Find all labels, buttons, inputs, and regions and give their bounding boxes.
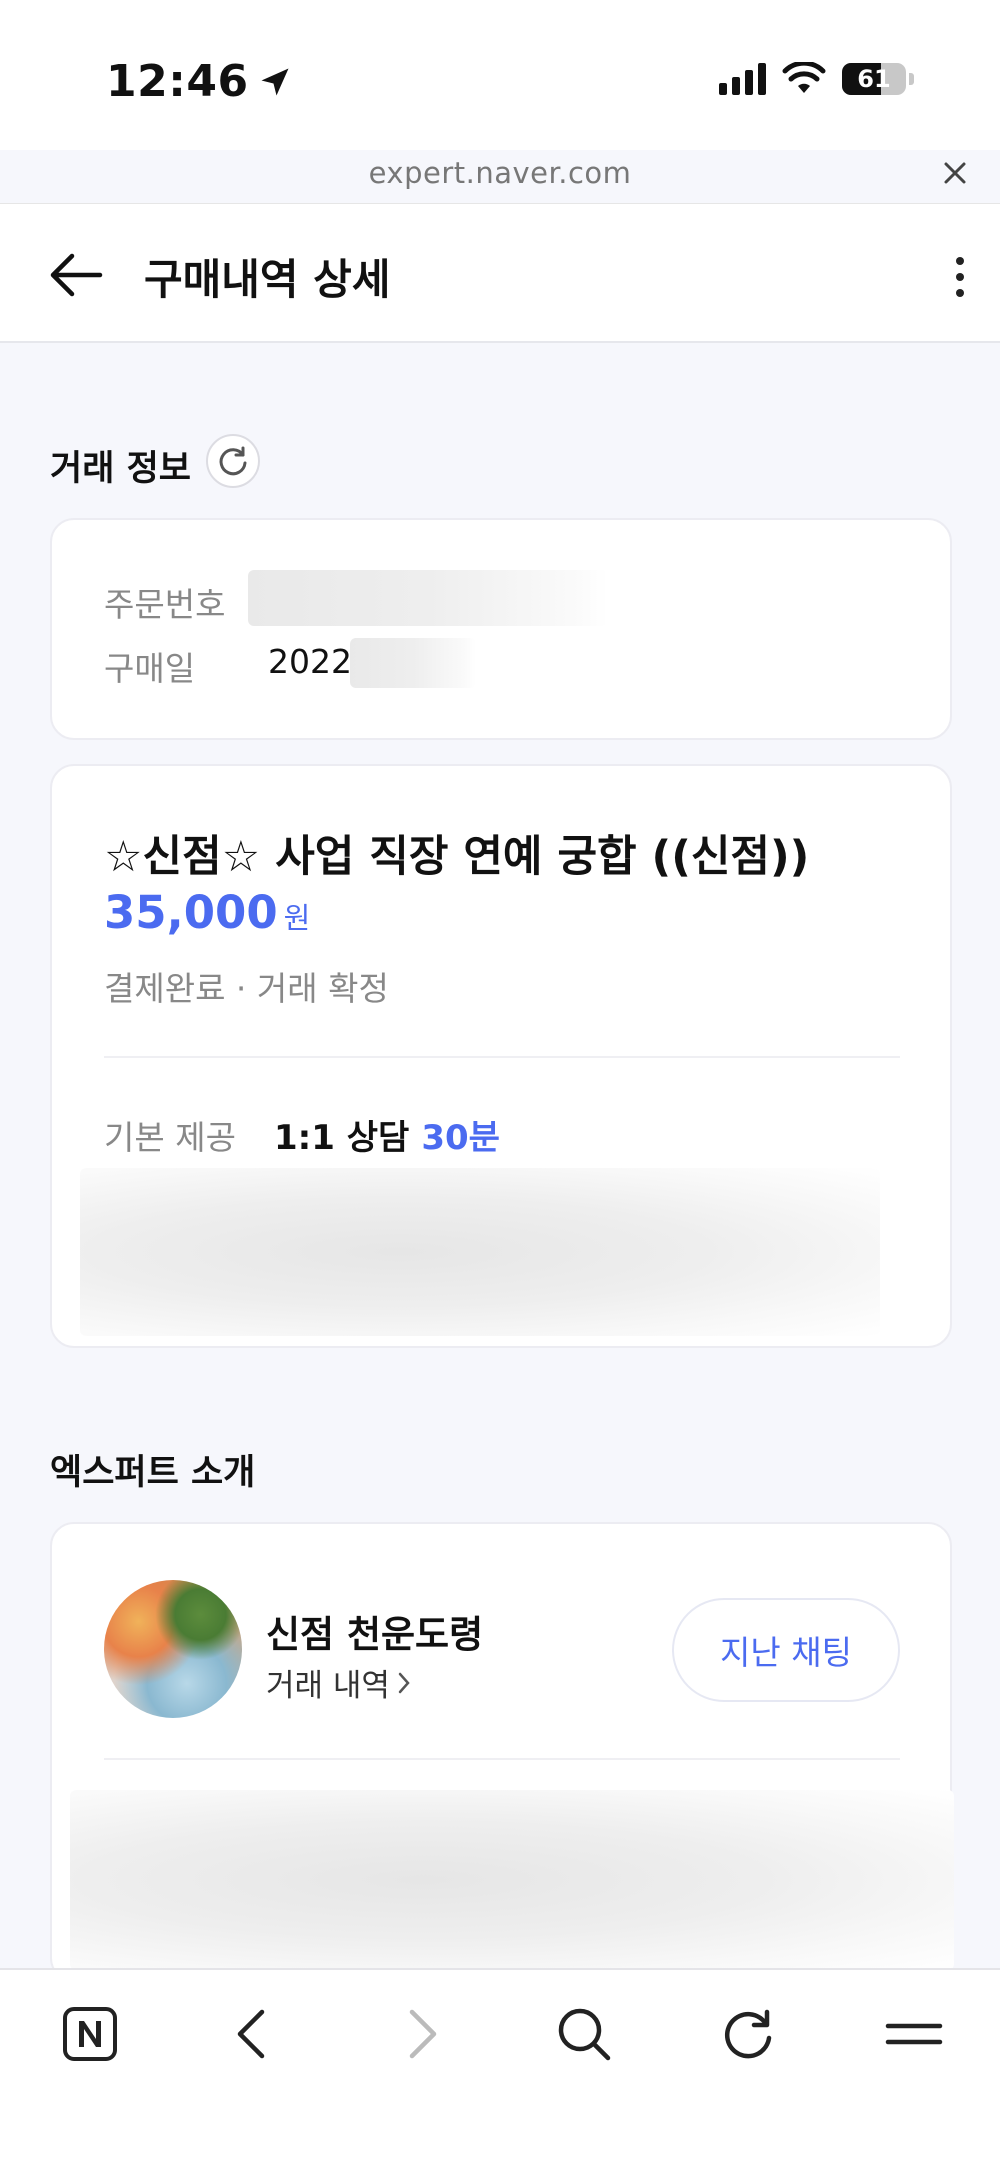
refresh-button[interactable] xyxy=(206,434,260,488)
transaction-section-title: 거래 정보 xyxy=(50,449,191,489)
battery-icon: 61 xyxy=(842,63,906,95)
order-number-label: 주문번호 xyxy=(104,585,226,624)
reload-button[interactable] xyxy=(716,2002,780,2066)
back-icon xyxy=(237,2009,265,2059)
forward-button[interactable] xyxy=(388,2002,452,2066)
search-icon xyxy=(558,2008,611,2061)
status-time: 12:46 xyxy=(106,56,293,107)
naver-home-button[interactable] xyxy=(58,2002,122,2066)
basic-offer-row: 기본 제공 1:1 상담 30분 xyxy=(104,1110,500,1159)
price: 35,000 원 xyxy=(104,886,310,939)
search-button[interactable] xyxy=(552,2002,616,2066)
wifi-icon xyxy=(782,62,826,93)
app-header: 구매내역 상세 xyxy=(0,203,1000,343)
battery-percent: 61 xyxy=(857,65,891,93)
divider xyxy=(104,1056,900,1058)
order-number-redacted xyxy=(248,570,608,626)
expert-intro-redacted xyxy=(70,1790,954,1970)
status-bar: 12:46 61 expert.naver.com xyxy=(0,0,1000,190)
back-arrow-icon[interactable] xyxy=(48,250,104,300)
more-options-icon[interactable] xyxy=(948,252,972,302)
page-title: 구매내역 상세 xyxy=(144,255,391,304)
basic-offer-duration: 30분 xyxy=(421,1118,500,1158)
refresh-icon xyxy=(219,446,247,476)
browser-toolbar xyxy=(0,1968,1000,2176)
price-amount: 35,000 xyxy=(104,886,278,939)
deal-history-link[interactable]: 거래 내역 xyxy=(266,1660,412,1705)
expert-card: 신점 천운도령 거래 내역 지난 채팅 xyxy=(50,1522,954,1982)
menu-icon xyxy=(885,2023,943,2045)
clock: 12:46 xyxy=(106,56,249,107)
naver-icon xyxy=(63,2007,117,2061)
location-arrow-icon xyxy=(261,68,289,95)
menu-button[interactable] xyxy=(882,2002,946,2066)
basic-offer-value: 1:1 상담 xyxy=(274,1118,410,1158)
basic-offer-label: 기본 제공 xyxy=(104,1117,236,1157)
transaction-info-card: 주문번호 구매일 2022 xyxy=(50,518,952,740)
reload-icon xyxy=(724,2009,772,2059)
past-chat-button[interactable]: 지난 채팅 xyxy=(672,1598,900,1702)
expert-section-title: 엑스퍼트 소개 xyxy=(50,1453,256,1493)
close-icon[interactable] xyxy=(938,156,972,190)
status-indicators: 61 xyxy=(719,62,914,96)
purchase-date-value: 2022 xyxy=(268,642,352,681)
price-unit: 원 xyxy=(283,901,311,935)
avatar[interactable] xyxy=(104,1580,242,1718)
purchase-date-redacted xyxy=(350,638,476,688)
url-display[interactable]: expert.naver.com xyxy=(0,156,1000,190)
divider xyxy=(104,1758,900,1760)
product-title: ☆신점☆ 사업 직장 연예 궁합 ((신점)) xyxy=(104,832,810,882)
chevron-right-icon xyxy=(398,1672,410,1693)
deal-history-label: 거래 내역 xyxy=(266,1668,390,1704)
purchase-date-label: 구매일 xyxy=(104,649,196,688)
expert-name[interactable]: 신점 천운도령 xyxy=(266,1604,483,1658)
back-button[interactable] xyxy=(222,2002,286,2066)
cellular-signal-icon xyxy=(719,63,766,95)
product-card: ☆신점☆ 사업 직장 연예 궁합 ((신점)) 35,000 원 결제완료 · … xyxy=(50,764,952,1348)
offer-details-redacted xyxy=(80,1168,880,1336)
order-status: 결제완료 · 거래 확정 xyxy=(104,969,389,1008)
forward-icon xyxy=(409,2009,437,2059)
